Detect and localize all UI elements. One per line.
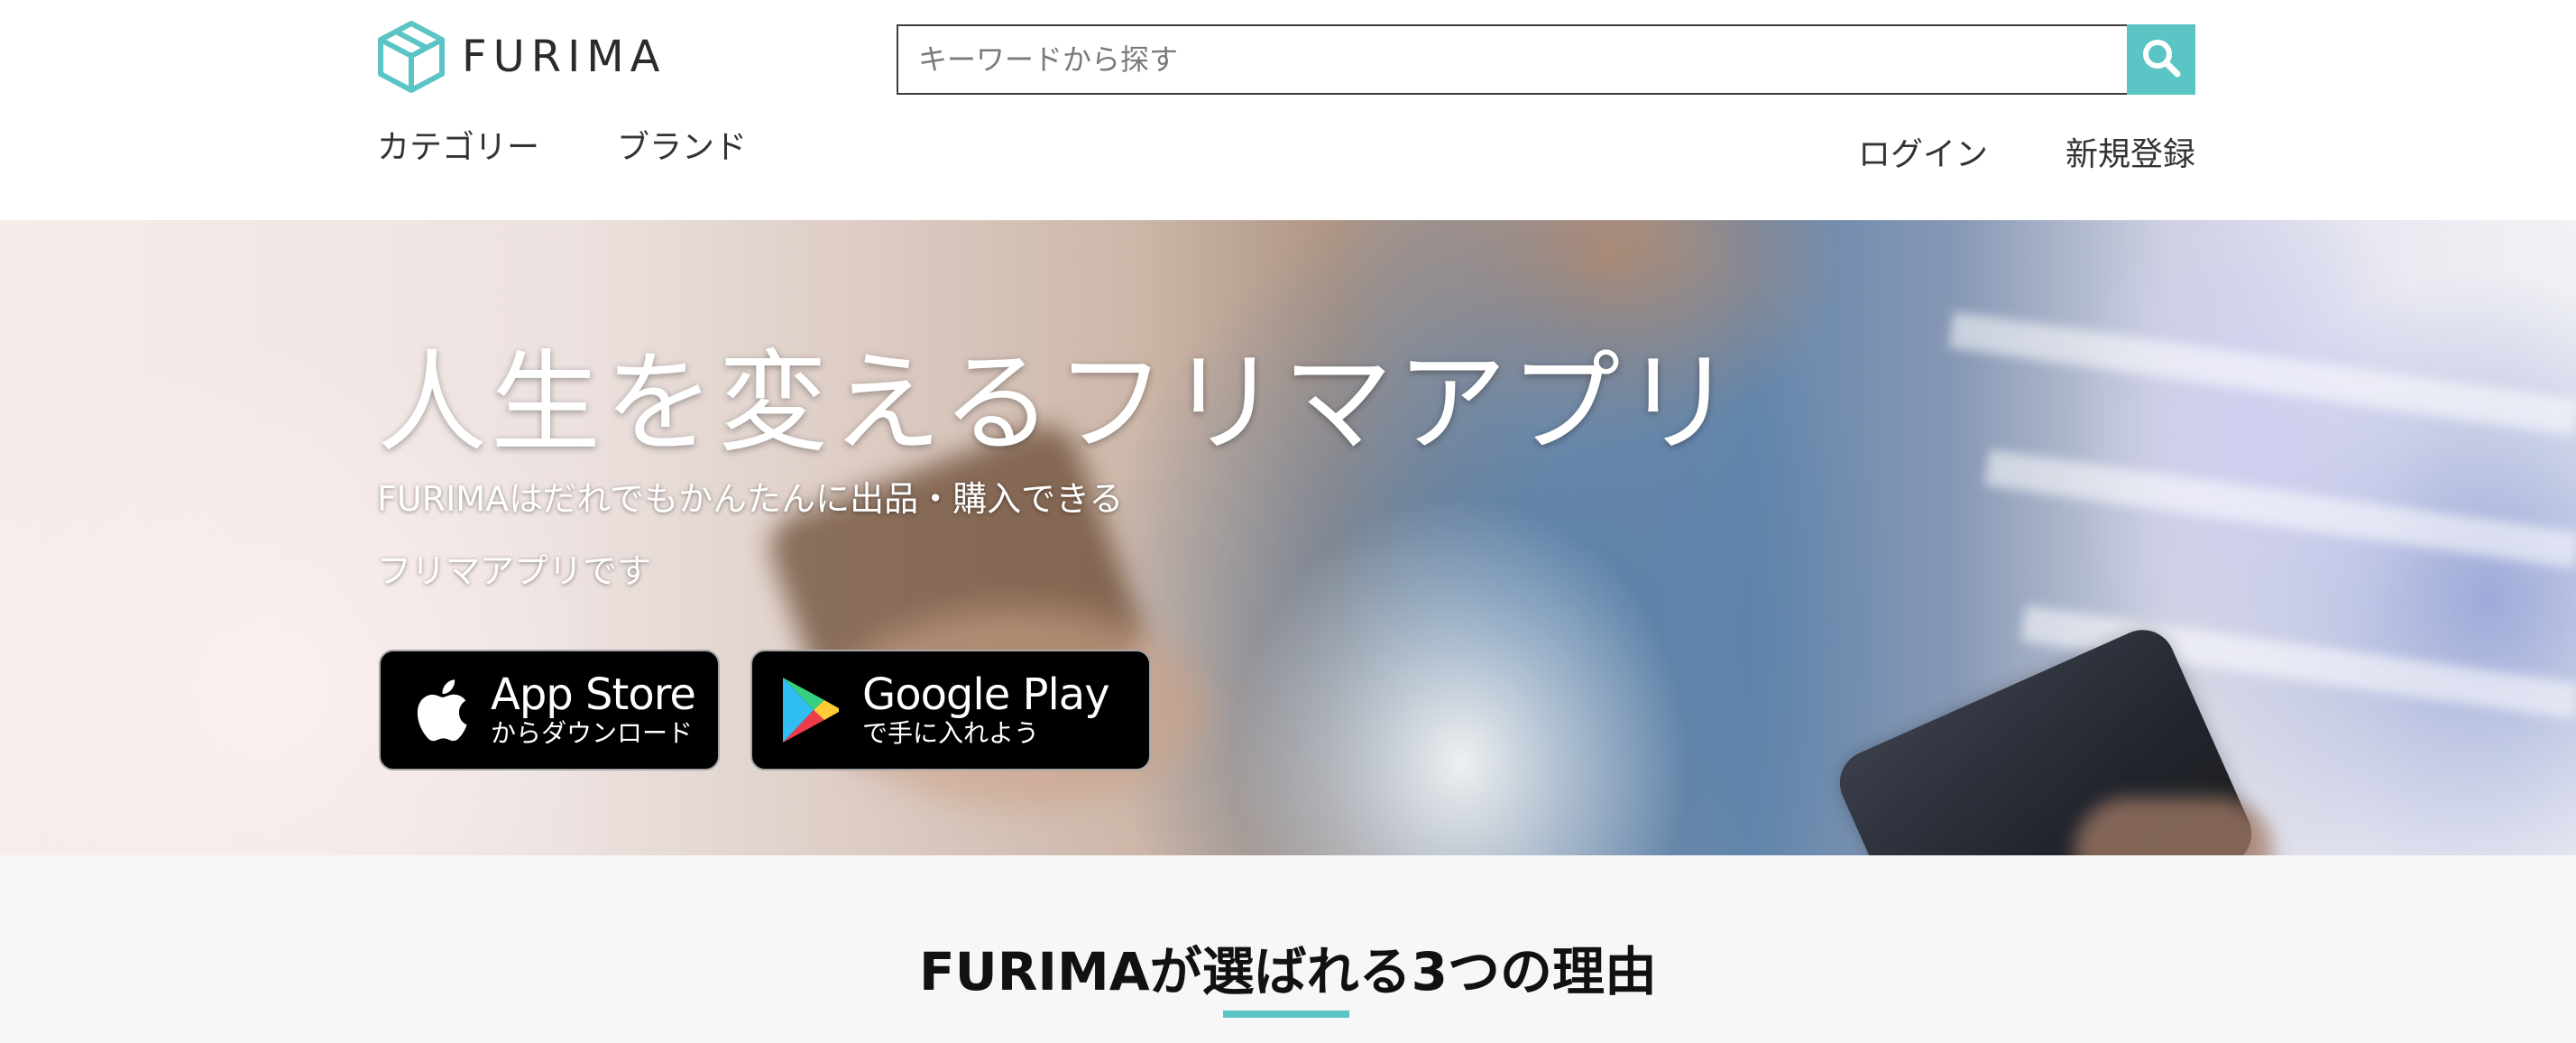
logo-text: FURIMA (462, 32, 667, 82)
heading-underline (1223, 1011, 1349, 1018)
app-store-subtitle: からダウンロード (491, 718, 694, 748)
app-store-title: App Store (491, 669, 696, 720)
hero-subtitle-line1: FURIMAはだれでもかんたんに出品・購入できる (377, 479, 1124, 519)
signup-link[interactable]: 新規登録 (2065, 128, 2195, 175)
login-link[interactable]: ログイン (1858, 128, 1988, 175)
reasons-section: FURIMAが選ばれる3つの理由 (0, 855, 2576, 1043)
apple-icon (406, 672, 471, 748)
search-icon (2140, 37, 2182, 82)
search-bar (897, 24, 2195, 95)
box-icon (377, 20, 446, 94)
search-input[interactable] (897, 24, 2127, 95)
google-play-button[interactable]: Google Play で手に入れよう (750, 650, 1151, 771)
nav-right: ログイン 新規登録 (1780, 128, 2195, 175)
nav-category-link[interactable]: カテゴリー (377, 121, 539, 168)
hero-subtitle-line2: フリマアプリです (377, 551, 652, 591)
app-store-button[interactable]: App Store からダウンロード (379, 650, 720, 771)
site-header: FURIMA カテゴリー ブランド ログイン 新規登録 (0, 0, 2576, 220)
google-play-title: Google Play (862, 669, 1110, 720)
nav-brand-link[interactable]: ブランド (617, 121, 747, 168)
hero-title: 人生を変えるフリマアプリ (377, 339, 1738, 467)
nav-left: カテゴリー ブランド (377, 121, 824, 168)
google-play-icon (777, 672, 842, 748)
app-store-texts: App Store からダウンロード (491, 669, 696, 749)
google-play-texts: Google Play で手に入れよう (862, 669, 1110, 749)
google-play-subtitle: で手に入れよう (862, 718, 1040, 748)
reasons-heading: FURIMAが選ばれる3つの理由 (919, 941, 1657, 1002)
logo-link[interactable]: FURIMA (377, 20, 667, 94)
search-button[interactable] (2127, 24, 2195, 95)
